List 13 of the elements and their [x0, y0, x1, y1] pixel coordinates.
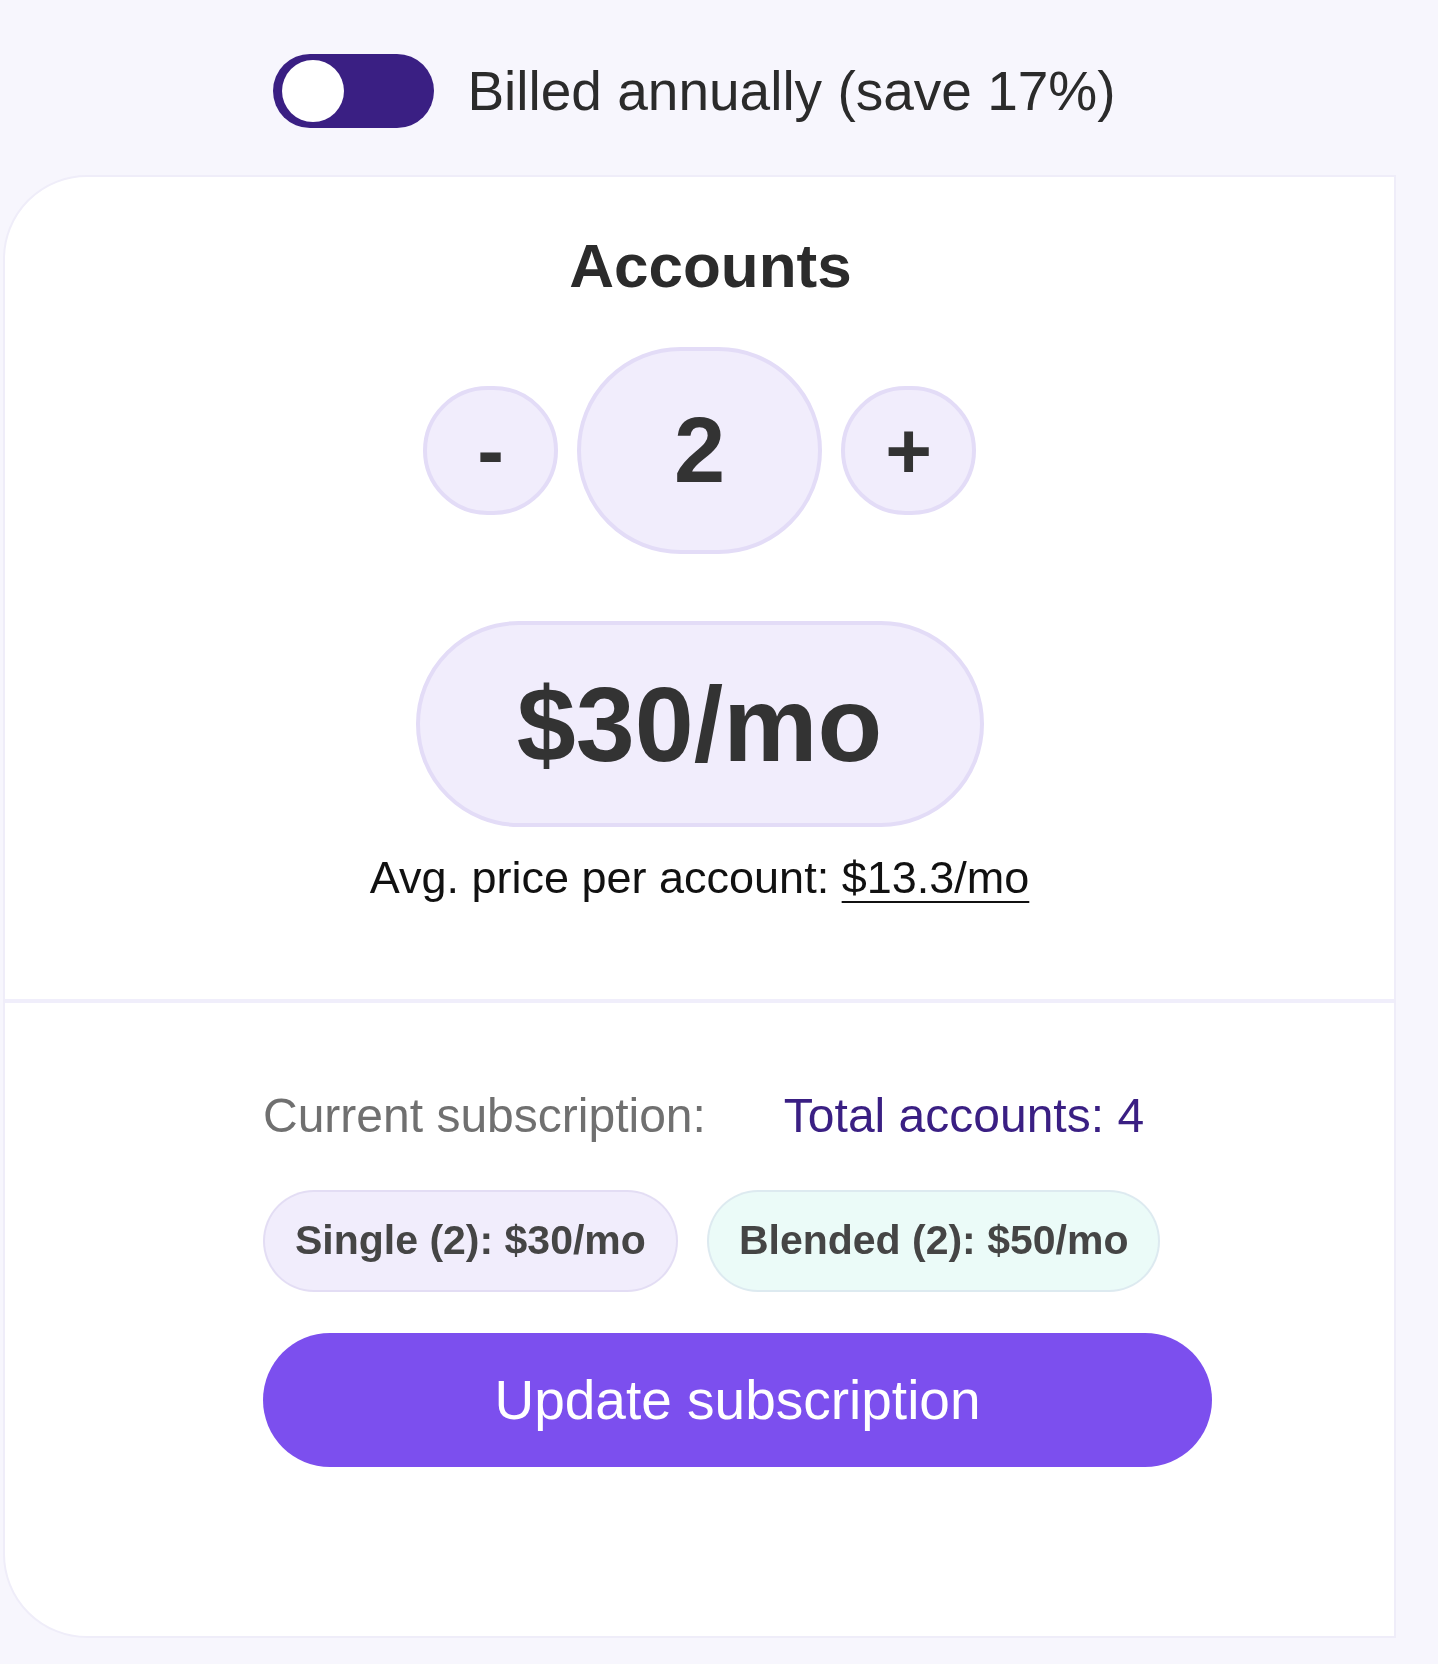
avg-price-link[interactable]: $13.3/mo — [841, 852, 1030, 904]
update-subscription-button[interactable]: Update subscription — [263, 1332, 1212, 1467]
billing-label: Billed annually (save 17%) — [467, 58, 1116, 123]
increment-button[interactable]: + — [841, 386, 976, 516]
current-subscription-label: Current subscription: — [263, 1088, 706, 1144]
price-display: $30/mo — [415, 621, 984, 828]
total-accounts-text: Total accounts: 4 — [783, 1088, 1145, 1144]
plan-tag: Blended (2): $50/mo — [706, 1189, 1161, 1292]
accounts-title: Accounts — [569, 230, 852, 302]
plan-tag: Single (2): $30/mo — [263, 1189, 678, 1292]
avg-price-text: Avg. price per account: $13.3/mo — [369, 851, 1030, 906]
decrement-button[interactable]: - — [423, 386, 558, 516]
account-count: 2 — [577, 347, 822, 555]
